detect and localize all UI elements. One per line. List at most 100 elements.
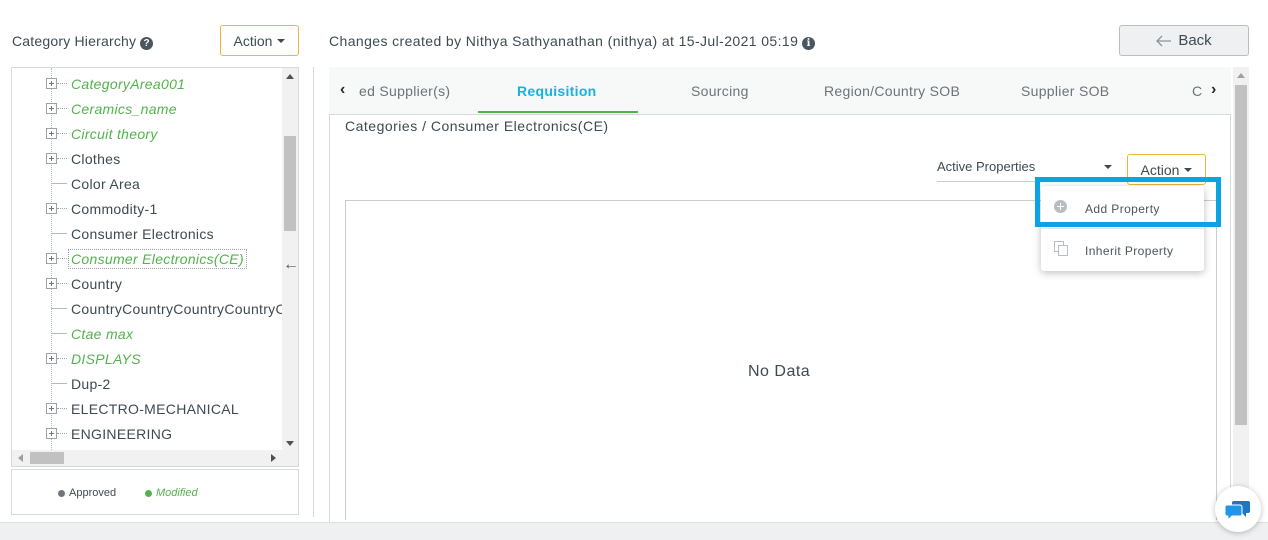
expand-plus-icon[interactable] bbox=[46, 253, 57, 264]
tab-requisition[interactable]: Requisition bbox=[517, 83, 597, 99]
tree-connector bbox=[57, 408, 67, 409]
tree-item-label: Commodity-1 bbox=[71, 201, 158, 217]
chat-icon bbox=[1225, 501, 1250, 521]
category-tree: CategoryArea001 Ceramics_name Circuit theo… bbox=[11, 67, 299, 467]
legend-modified: Modified bbox=[145, 487, 198, 499]
highlight-box bbox=[1035, 177, 1221, 227]
expand-plus-icon[interactable] bbox=[46, 428, 57, 439]
tree-horizontal-scrollbar[interactable] bbox=[12, 450, 298, 466]
tree-connector bbox=[51, 383, 67, 384]
tree-item[interactable]: Circuit theory bbox=[12, 122, 282, 147]
tree-connector bbox=[57, 208, 67, 209]
tab-supplier[interactable]: ed Supplier(s) bbox=[359, 83, 450, 99]
tree-item[interactable]: ENGINEERING bbox=[12, 422, 282, 447]
menu-divider bbox=[1041, 228, 1204, 229]
menu-item-inherit-property[interactable]: Inherit Property bbox=[1041, 230, 1204, 270]
tree-item-label: Consumer Electronics(CE) bbox=[68, 249, 247, 269]
tab-prev-icon[interactable]: ‹ bbox=[340, 81, 345, 99]
breadcrumb: Categories / Consumer Electronics(CE) bbox=[345, 118, 609, 134]
category-hierarchy-label: Category Hierarchy bbox=[12, 33, 137, 49]
tree-item-label: Circuit theory bbox=[71, 126, 158, 142]
tree-item[interactable]: Ctae max bbox=[12, 322, 282, 347]
tab-next-partial[interactable]: C bbox=[1192, 83, 1202, 99]
tree-connector bbox=[57, 133, 67, 134]
tree-item-label: Clothes bbox=[71, 151, 121, 167]
tree-connector bbox=[51, 233, 67, 234]
tree-item-label: CountryCountryCountryCountryCountry bbox=[71, 301, 282, 317]
caret-down-icon bbox=[1184, 167, 1193, 172]
expand-plus-icon[interactable] bbox=[46, 103, 57, 114]
tree-connector bbox=[57, 283, 67, 284]
back-button[interactable]: Back bbox=[1119, 25, 1249, 56]
scroll-up-icon[interactable] bbox=[1237, 73, 1245, 78]
page-vertical-scrollbar[interactable] bbox=[1233, 67, 1249, 520]
tree-connector bbox=[51, 183, 67, 184]
panel-divider bbox=[313, 67, 314, 517]
tree-connector bbox=[57, 358, 67, 359]
help-icon[interactable]: ? bbox=[140, 37, 154, 50]
hierarchy-action-label: Action bbox=[233, 32, 273, 49]
tree-list: CategoryArea001 Ceramics_name Circuit theo… bbox=[12, 72, 282, 447]
tree-item-label: Consumer Electronics bbox=[71, 226, 214, 242]
legend-approved: Approved bbox=[58, 487, 116, 499]
tab-region-country-sob[interactable]: Region/Country SOB bbox=[824, 83, 960, 99]
tree-item[interactable]: Color Area bbox=[12, 172, 282, 197]
expand-plus-icon[interactable] bbox=[46, 353, 57, 364]
collapse-panel-icon[interactable]: ← bbox=[283, 256, 299, 274]
expand-plus-icon[interactable] bbox=[46, 278, 57, 289]
tree-connector bbox=[57, 258, 67, 259]
caret-down-icon bbox=[277, 38, 286, 43]
expand-plus-icon[interactable] bbox=[46, 153, 57, 164]
tab-supplier-sob[interactable]: Supplier SOB bbox=[1021, 83, 1109, 99]
inherit-property-label: Inherit Property bbox=[1085, 244, 1174, 258]
expand-plus-icon[interactable] bbox=[46, 128, 57, 139]
bottom-bar bbox=[0, 522, 1268, 540]
chat-support-button[interactable] bbox=[1215, 486, 1261, 532]
legend-modified-label: Modified bbox=[156, 487, 198, 499]
tree-item-label: Color Area bbox=[71, 176, 141, 192]
hierarchy-action-button[interactable]: Action bbox=[220, 25, 299, 56]
tree-item-label: Country bbox=[71, 276, 123, 292]
tree-item[interactable]: Country bbox=[12, 272, 282, 297]
tree-item[interactable]: Clothes bbox=[12, 147, 282, 172]
page-scroll-thumb[interactable] bbox=[1235, 85, 1247, 425]
scroll-thumb-horizontal[interactable] bbox=[30, 452, 64, 464]
tree-item[interactable]: CountryCountryCountryCountryCountry bbox=[12, 297, 282, 322]
tree-item[interactable]: Commodity-1 bbox=[12, 197, 282, 222]
scroll-up-icon[interactable] bbox=[286, 74, 294, 79]
tree-item-label: Dup-2 bbox=[71, 376, 111, 392]
property-tabs: ‹ ed Supplier(s) Requisition Sourcing Re… bbox=[329, 67, 1231, 114]
tree-connector bbox=[57, 158, 67, 159]
back-label: Back bbox=[1178, 32, 1212, 49]
caret-down-icon bbox=[1104, 165, 1112, 169]
changes-text: Changes created by Nithya Sathyanathan (… bbox=[329, 33, 799, 49]
tree-connector bbox=[51, 308, 67, 309]
empty-state-text: No Data bbox=[748, 363, 811, 380]
scroll-right-icon[interactable] bbox=[271, 454, 276, 462]
copy-icon bbox=[1054, 241, 1069, 256]
tree-item[interactable]: Consumer Electronics(CE) bbox=[12, 247, 282, 272]
approved-dot-icon bbox=[58, 489, 65, 497]
expand-plus-icon[interactable] bbox=[46, 403, 57, 414]
info-icon[interactable]: i bbox=[802, 37, 816, 50]
tab-sourcing[interactable]: Sourcing bbox=[691, 83, 749, 99]
scroll-thumb[interactable] bbox=[284, 136, 296, 231]
scroll-down-icon[interactable] bbox=[286, 441, 294, 446]
tree-item[interactable]: DISPLAYS bbox=[12, 347, 282, 372]
tree-item[interactable]: CategoryArea001 bbox=[12, 72, 282, 97]
tree-connector bbox=[57, 433, 67, 434]
properties-filter-value: Active Properties bbox=[937, 159, 1036, 174]
tree-connector bbox=[51, 333, 67, 334]
tree-item[interactable]: ELECTRO-MECHANICAL bbox=[12, 397, 282, 422]
tree-item[interactable]: Dup-2 bbox=[12, 372, 282, 397]
tree-item-label: ELECTRO-MECHANICAL bbox=[71, 401, 239, 417]
expand-plus-icon[interactable] bbox=[46, 203, 57, 214]
tab-next-icon[interactable]: › bbox=[1211, 81, 1216, 99]
tree-item[interactable]: Ceramics_name bbox=[12, 97, 282, 122]
tree-item[interactable]: Consumer Electronics bbox=[12, 222, 282, 247]
expand-plus-icon[interactable] bbox=[46, 78, 57, 89]
scroll-left-icon[interactable] bbox=[18, 454, 23, 462]
tree-item-label: Ceramics_name bbox=[71, 101, 177, 117]
tree-item-label: CategoryArea001 bbox=[71, 76, 186, 92]
changes-info: Changes created by Nithya Sathyanathan (… bbox=[329, 33, 816, 50]
